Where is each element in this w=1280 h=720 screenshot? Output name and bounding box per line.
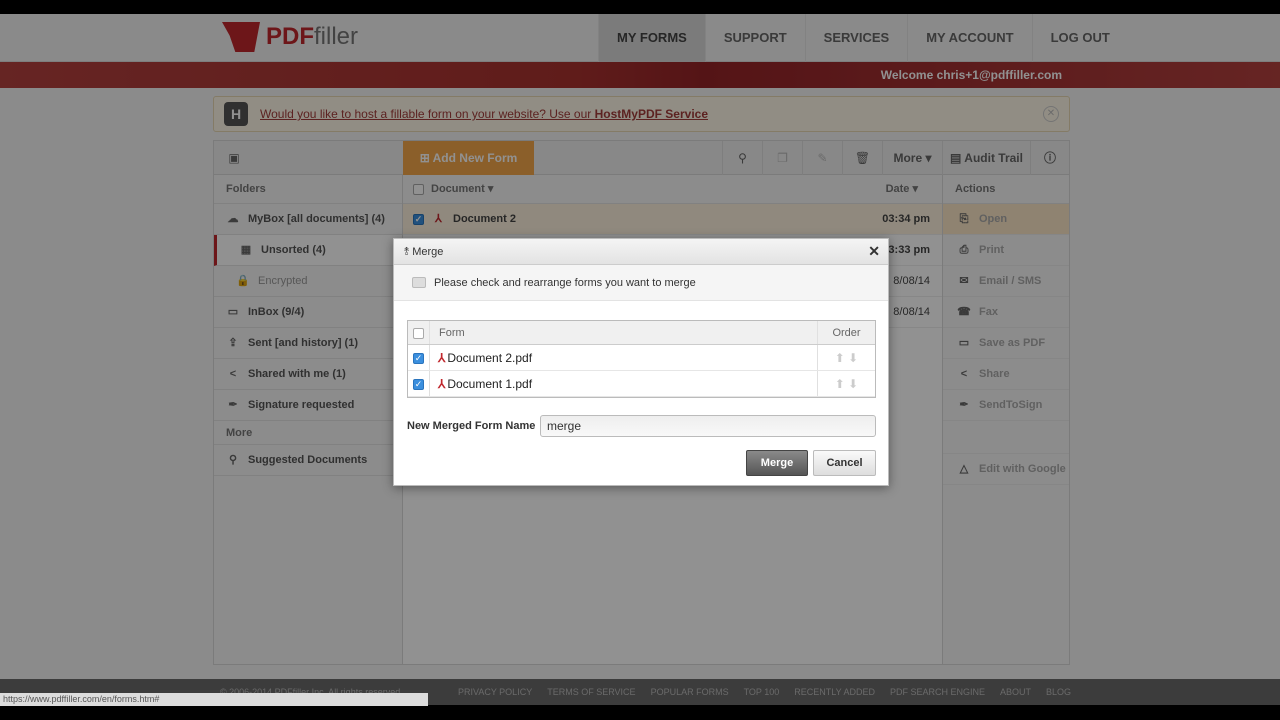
merge-icon: ⥉ xyxy=(404,246,413,258)
comment-icon xyxy=(412,277,426,288)
pdf-icon: ⅄ xyxy=(438,377,446,391)
table-row[interactable]: ✓ ⅄ Document 2.pdf ⬆ ⬇ xyxy=(408,345,875,371)
merged-name-input[interactable] xyxy=(540,415,876,437)
select-all-checkbox[interactable] xyxy=(413,327,424,339)
merged-name-label: New Merged Form Name xyxy=(407,420,536,432)
form-checkbox[interactable]: ✓ xyxy=(413,379,424,391)
table-header: Form Order xyxy=(408,321,875,345)
cancel-button[interactable]: Cancel xyxy=(813,450,876,476)
close-icon[interactable]: ✕ xyxy=(868,243,880,260)
form-checkbox[interactable]: ✓ xyxy=(413,353,424,365)
merge-dialog: ⥉ Merge ✕ Please check and rearrange for… xyxy=(393,238,889,486)
move-down-icon[interactable]: ⬇ xyxy=(848,377,858,391)
pdf-icon: ⅄ xyxy=(438,351,446,365)
move-down-icon[interactable]: ⬇ xyxy=(848,351,858,365)
status-bar-url: https://www.pdffiller.com/en/forms.htm# xyxy=(0,693,428,706)
move-up-icon[interactable]: ⬆ xyxy=(835,377,845,391)
move-up-icon[interactable]: ⬆ xyxy=(835,351,845,365)
dialog-title: Merge xyxy=(412,246,444,258)
form-column-header: Form xyxy=(439,327,465,339)
order-column-header: Order xyxy=(817,321,875,344)
table-row[interactable]: ✓ ⅄ Document 1.pdf ⬆ ⬇ xyxy=(408,371,875,397)
dialog-instruction: Please check and rearrange forms you wan… xyxy=(394,265,888,301)
merge-forms-table: Form Order ✓ ⅄ Document 2.pdf ⬆ ⬇ ✓ ⅄ Docu… xyxy=(407,320,876,398)
merge-button[interactable]: Merge xyxy=(746,450,808,476)
dialog-title-bar: ⥉ Merge xyxy=(394,239,888,265)
